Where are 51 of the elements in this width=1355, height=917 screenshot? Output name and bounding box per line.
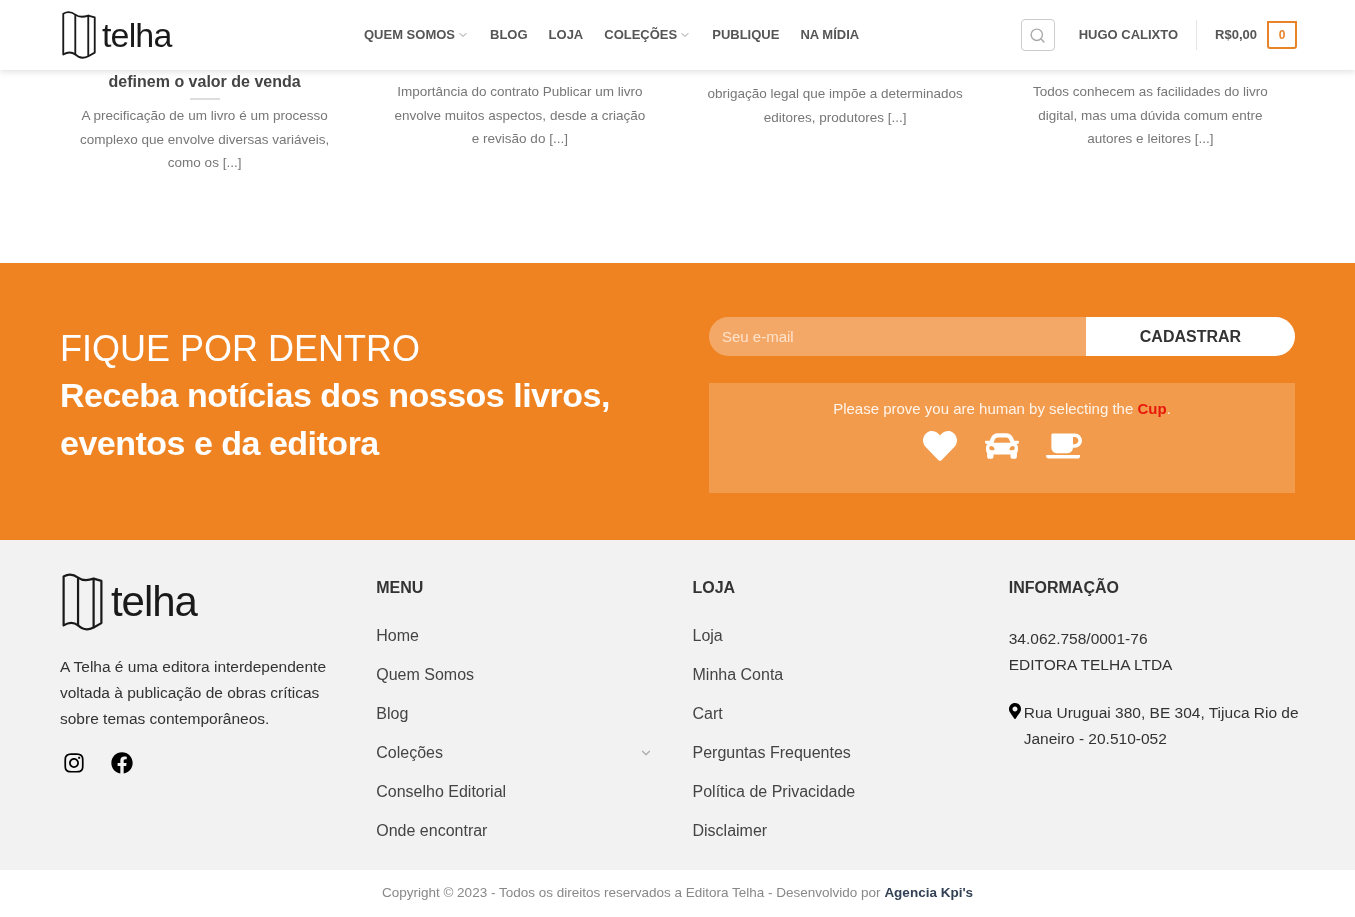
footer-link[interactable]: Coleções — [376, 741, 663, 764]
column-heading: MENU — [376, 578, 425, 598]
nav-link[interactable]: NA MÍDIA — [800, 25, 860, 45]
book-logo-icon — [60, 572, 105, 632]
footer-link[interactable]: Conselho Editorial — [376, 780, 663, 803]
nav-link[interactable]: PUBLIQUE — [712, 25, 780, 45]
info-text: EDITORA TELHA LTDA — [1008, 655, 1174, 675]
nav-link[interactable]: LOJA — [548, 25, 584, 45]
footer-link[interactable]: Cart — [692, 702, 723, 725]
address-text: Rua Uruguai 380, BE 304, Tijuca Rio de Janeiro - 20.510-052 — [1023, 703, 1299, 749]
account-link[interactable]: HUGO CALIXTO — [1078, 25, 1179, 45]
subscribe-button[interactable]: CADASTRAR — [1085, 317, 1295, 356]
column-heading: LOJA — [692, 578, 737, 598]
nav-link[interactable]: COLEÇÕES — [604, 25, 692, 45]
newsletter-heading: FIQUE POR DENTRO — [60, 327, 422, 371]
footer-link[interactable]: Política de Privacidade — [692, 780, 856, 803]
location-pin-icon — [1008, 703, 1021, 719]
nav-link[interactable]: QUEM SOMOS — [364, 25, 469, 45]
logo-text[interactable]: telha — [102, 18, 172, 52]
cart-total[interactable]: R$0,00 — [1215, 25, 1257, 45]
book-logo-icon — [60, 10, 98, 60]
captcha-end: . — [1166, 400, 1171, 417]
post-title[interactable]: definem o valor de venda — [108, 72, 301, 92]
search-button[interactable] — [1020, 19, 1055, 51]
post-excerpt: A precificação de um livro é um processo complexo que envolve diversas variáveis, como os [...] — [79, 107, 331, 172]
footer-logo-text: telha — [111, 581, 197, 623]
footer-link[interactable]: Onde encontrar — [376, 819, 663, 842]
info-text: 34.062.758/0001-76 — [1008, 629, 1149, 649]
instagram-icon[interactable] — [63, 752, 85, 774]
copyright-text: Copyright © 2023 - Todos os direitos reservados a Editora Telha - Desenvolvido por Agencia Kpi's — [381, 884, 974, 903]
facebook-icon[interactable] — [111, 752, 133, 774]
post-excerpt: Todos conhecem as facilidades do livro digital, mas uma dúvida comum entre autores e leitores [...] — [1031, 83, 1269, 148]
captcha-target: Cup — [1137, 400, 1167, 417]
column-heading: INFORMAÇÃO — [1008, 577, 1120, 598]
footer-link[interactable]: Minha Conta — [692, 663, 784, 686]
nav-link[interactable]: BLOG — [490, 25, 528, 45]
credit-link[interactable]: Agencia Kpi's — [884, 885, 974, 901]
footer-link[interactable]: Quem Somos — [376, 663, 663, 686]
footer-link[interactable]: Home — [376, 624, 663, 647]
footer-link[interactable]: Disclaimer — [692, 819, 768, 842]
footer-link[interactable]: Loja — [692, 624, 723, 647]
newsletter-subheading: Receba notícias dos nossos livros, eventos e da editora — [60, 375, 611, 464]
captcha-prompt: Please prove you are human by selecting the — [833, 400, 1135, 417]
search-icon — [1029, 26, 1047, 44]
footer-link[interactable]: Blog — [376, 702, 663, 725]
post-excerpt: Importância do contrato Publicar um livro envolve muitos aspectos, desde a criação e revisão do [...] — [393, 83, 647, 148]
heart-icon[interactable] — [921, 428, 958, 463]
post-excerpt: obrigação legal que impõe a determinados editores, produtores [...] — [707, 85, 964, 127]
about-text: A Telha é uma editora interdependente voltada à publicação de obras críticas sobre temas contemporâneos. — [60, 657, 327, 729]
footer-link[interactable]: Perguntas Frequentes — [692, 741, 851, 764]
email-field[interactable]: Seu e-mail — [708, 317, 1086, 356]
